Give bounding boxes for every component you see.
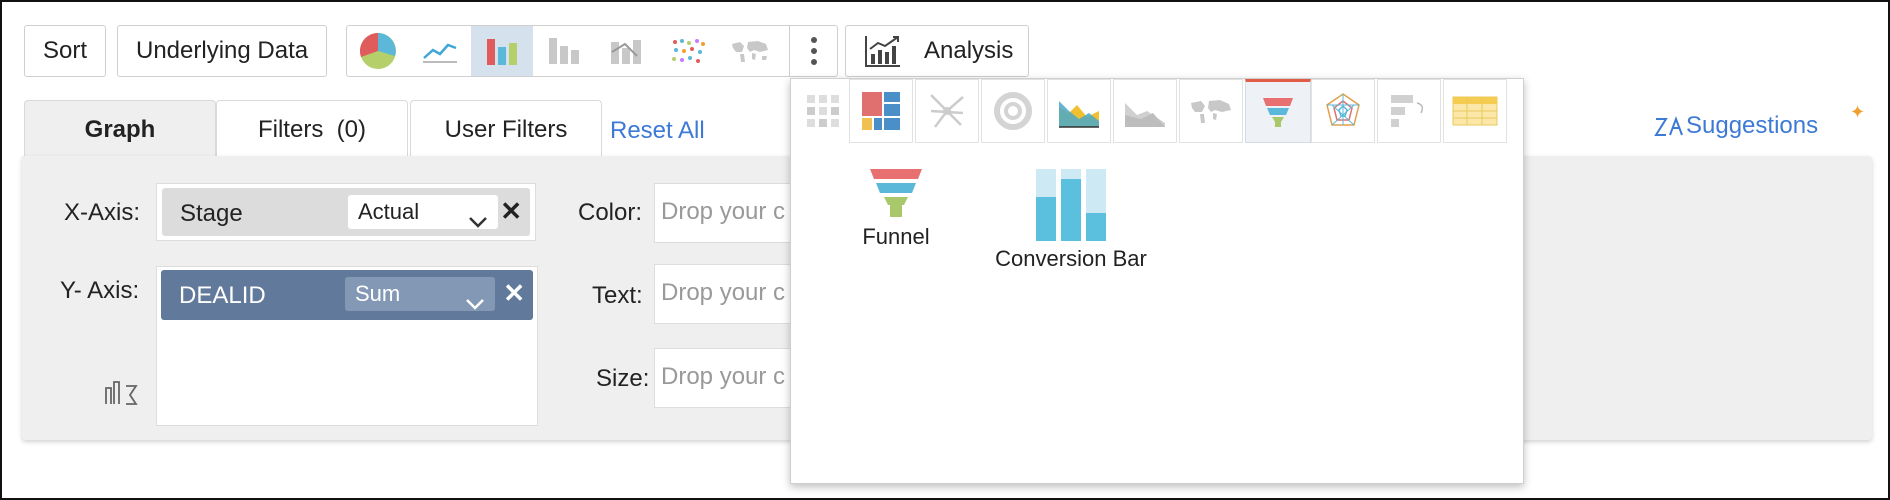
- color-label: Color:: [578, 199, 643, 226]
- size-drop-field[interactable]: Drop your c: [654, 348, 794, 408]
- process-icon[interactable]: [1377, 79, 1441, 143]
- web-chart-icon[interactable]: [915, 79, 979, 143]
- y-axis-aggregation-select[interactable]: Sum: [345, 277, 495, 311]
- geo-map-icon[interactable]: [719, 26, 781, 76]
- suggestions-icon: [1654, 116, 1684, 145]
- analysis-label: Analysis: [924, 37, 1014, 64]
- sort-button[interactable]: Sort: [24, 25, 107, 77]
- x-axis-aggregation-value: Actual: [358, 199, 420, 224]
- donut-icon[interactable]: [981, 79, 1045, 143]
- y-axis-field-pill[interactable]: DEALID Sum ✕: [161, 270, 533, 320]
- funnel-option[interactable]: Funnel: [841, 167, 951, 250]
- tab-filters[interactable]: Filters (0): [216, 100, 408, 158]
- conversion-bar-option-label: Conversion Bar: [995, 246, 1147, 271]
- suggestions-link[interactable]: Suggestions: [1654, 112, 1819, 140]
- more-vert-icon[interactable]: [789, 26, 838, 76]
- tab-filters-count: (0): [336, 116, 367, 143]
- radar-icon[interactable]: [1311, 79, 1375, 143]
- treemap-icon[interactable]: [849, 79, 913, 143]
- table-icon[interactable]: [1443, 79, 1507, 143]
- statistics-icon[interactable]: [104, 378, 144, 411]
- x-axis-label: X-Axis:: [64, 199, 141, 226]
- y-axis-shelf[interactable]: DEALID Sum ✕: [156, 266, 538, 426]
- y-axis-aggregation-value: Sum: [355, 281, 401, 306]
- combo-chart-icon[interactable]: [595, 26, 657, 76]
- tab-graph[interactable]: Graph: [24, 100, 216, 158]
- line-chart-icon[interactable]: [409, 26, 471, 76]
- underlying-data-button[interactable]: Underlying Data: [117, 25, 328, 77]
- tab-filters-label: Filters: [257, 116, 324, 143]
- reset-all-link[interactable]: Reset All: [610, 117, 705, 145]
- area-chart-icon[interactable]: [1047, 79, 1111, 143]
- analysis-button[interactable]: Analysis: [845, 25, 1029, 77]
- remove-y-field-icon[interactable]: ✕: [503, 280, 525, 306]
- chart-type-dropdown: Funnel Conversion Bar: [790, 78, 1524, 484]
- tab-user-filters[interactable]: User Filters: [410, 100, 602, 158]
- chevron-down-icon: [468, 205, 488, 239]
- stacked-bar-icon[interactable]: [533, 26, 595, 76]
- funnel-option-label: Funnel: [862, 224, 930, 249]
- suggestions-label: Suggestions: [1686, 112, 1819, 139]
- funnel-icon: [870, 169, 922, 217]
- chevron-down-icon: [465, 287, 485, 321]
- area-gray-icon[interactable]: [1113, 79, 1177, 143]
- y-axis-field-name: DEALID: [179, 282, 266, 309]
- chart-category-strip: [791, 79, 1523, 143]
- size-label: Size:: [596, 365, 650, 392]
- x-axis-shelf[interactable]: Stage Actual ✕: [156, 183, 536, 241]
- x-axis-aggregation-select[interactable]: Actual: [348, 195, 498, 229]
- funnel-icon[interactable]: [1245, 79, 1311, 143]
- y-axis-label: Y- Axis:: [60, 277, 140, 304]
- bar-chart-icon[interactable]: [471, 26, 533, 76]
- pivot-dots-icon[interactable]: [791, 79, 855, 143]
- x-axis-field-pill[interactable]: Stage Actual ✕: [162, 188, 530, 236]
- conversion-bar-option[interactable]: Conversion Bar: [971, 167, 1171, 272]
- remove-x-field-icon[interactable]: ✕: [500, 198, 522, 224]
- text-label: Text:: [592, 282, 643, 309]
- color-drop-field[interactable]: Drop your c: [654, 183, 794, 243]
- chart-type-group: [346, 25, 838, 77]
- scatter-chart-icon[interactable]: [657, 26, 719, 76]
- pie-chart-icon[interactable]: [347, 26, 409, 76]
- x-axis-field-name: Stage: [180, 200, 243, 227]
- conversion-bar-icon: [1036, 169, 1106, 241]
- text-drop-field[interactable]: Drop your c: [654, 264, 794, 324]
- sparkle-icon: ✦: [1850, 102, 1866, 122]
- map-icon[interactable]: [1179, 79, 1243, 143]
